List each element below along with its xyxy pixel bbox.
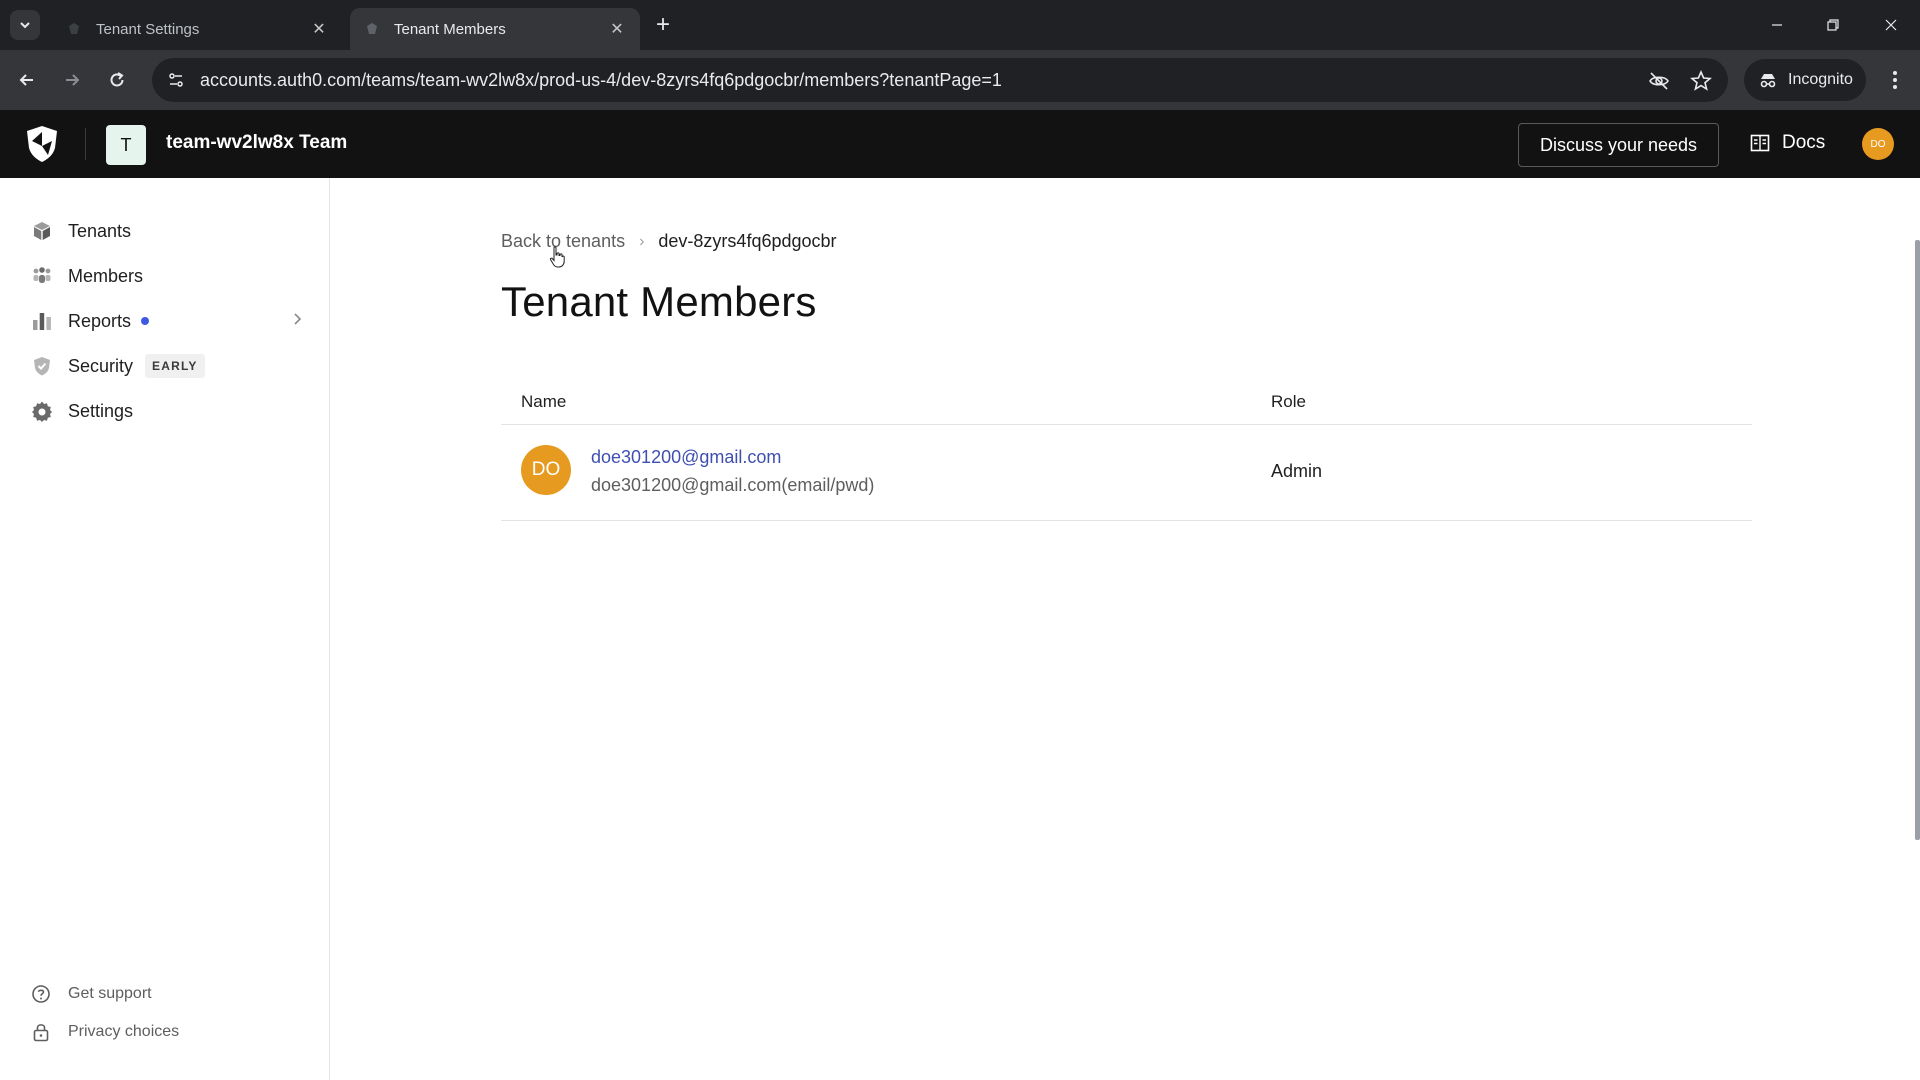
team-name[interactable]: team-wv2lw8x Team	[166, 132, 347, 154]
tab-tenant-settings[interactable]: Tenant Settings ✕	[52, 8, 342, 50]
browser-tab-bar: Tenant Settings ✕ Tenant Members ✕ +	[0, 0, 1920, 50]
early-badge: EARLY	[145, 354, 205, 378]
bar-chart-icon	[30, 309, 54, 333]
user-avatar[interactable]: DO	[1862, 128, 1894, 160]
members-table: Name Role DO doe301200@gmail.com doe3012…	[501, 380, 1752, 521]
sidebar-item-settings[interactable]: Settings	[30, 395, 302, 427]
incognito-icon	[1760, 74, 1776, 88]
tab-title: Tenant Settings	[96, 20, 200, 38]
discuss-your-needs-button[interactable]: Discuss your needs	[1518, 123, 1719, 167]
docs-link[interactable]: Docs	[1750, 132, 1825, 154]
table-header: Name Role	[501, 380, 1752, 425]
restore-button[interactable]	[1813, 8, 1853, 42]
sidebar-item-tenants[interactable]: Tenants	[30, 215, 302, 247]
privacy-choices-label: Privacy choices	[68, 1023, 180, 1040]
site-info-icon[interactable]	[156, 58, 196, 102]
breadcrumb-chevron-icon: ›	[639, 232, 645, 250]
sidebar-item-label: Members	[68, 265, 144, 286]
arrow-left-icon	[19, 74, 33, 86]
forward-button[interactable]	[57, 65, 87, 95]
member-email-link[interactable]: doe301200@gmail.com	[591, 447, 781, 468]
back-button[interactable]	[12, 65, 42, 95]
page-title: Tenant Members	[501, 278, 817, 325]
minimize-button[interactable]	[1757, 8, 1797, 42]
tab-title: Tenant Members	[394, 20, 506, 38]
get-support-link[interactable]: Get support	[30, 980, 152, 1008]
new-tab-button[interactable]: +	[650, 11, 676, 38]
more-vertical-icon	[1893, 71, 1897, 89]
mouse-pointer-icon	[549, 246, 565, 268]
sidebar-item-security[interactable]: Security EARLY	[30, 350, 302, 382]
browser-menu-button[interactable]	[1880, 65, 1910, 95]
breadcrumb-current-tenant: dev-8zyrs4fq6pdgocbr	[658, 231, 837, 251]
close-window-button[interactable]	[1871, 8, 1911, 42]
star-icon[interactable]	[1688, 68, 1714, 94]
sidebar-item-label: Security	[68, 355, 134, 376]
arrow-right-icon	[66, 74, 80, 86]
team-avatar[interactable]: T	[106, 125, 146, 165]
help-circle-icon	[30, 983, 52, 1005]
sidebar-item-reports[interactable]: Reports	[30, 305, 302, 337]
member-role: Admin	[1271, 461, 1323, 481]
gear-icon	[30, 399, 54, 423]
sidebar-item-members[interactable]: Members	[30, 260, 302, 292]
header-divider	[85, 128, 86, 160]
docs-label: Docs	[1782, 132, 1826, 153]
people-icon	[30, 264, 54, 288]
minimize-icon	[1772, 24, 1782, 26]
app-header: T team-wv2lw8x Team Discuss your needs D…	[0, 110, 1920, 178]
get-support-label: Get support	[68, 985, 152, 1002]
chevron-right-icon[interactable]	[292, 312, 302, 331]
sidebar-item-label: Tenants	[68, 220, 132, 241]
browser-toolbar: accounts.auth0.com/teams/team-wv2lw8x/pr…	[0, 50, 1920, 110]
incognito-label: Incognito	[1788, 71, 1853, 88]
column-header-name: Name	[521, 392, 567, 411]
auth0-logo-icon[interactable]	[24, 124, 60, 164]
sidebar-item-label: Settings	[68, 400, 134, 421]
tab-search-button[interactable]	[10, 10, 40, 40]
member-avatar: DO	[521, 445, 571, 495]
restore-icon	[1827, 19, 1839, 31]
lock-icon	[30, 1021, 52, 1043]
close-icon[interactable]: ✕	[310, 20, 328, 38]
sidebar-item-label: Reports	[68, 310, 132, 331]
table-row[interactable]: DO doe301200@gmail.com doe301200@gmail.c…	[501, 425, 1752, 521]
column-header-role: Role	[1271, 392, 1306, 411]
auth0-favicon-icon	[66, 21, 82, 37]
url-text: accounts.auth0.com/teams/team-wv2lw8x/pr…	[200, 69, 1002, 90]
tab-tenant-members[interactable]: Tenant Members ✕	[350, 8, 640, 50]
cube-icon	[30, 219, 54, 243]
chevron-down-icon	[20, 22, 30, 29]
privacy-choices-link[interactable]: Privacy choices	[30, 1018, 179, 1046]
reload-icon	[110, 72, 124, 87]
reload-button[interactable]	[102, 65, 132, 95]
address-bar[interactable]: accounts.auth0.com/teams/team-wv2lw8x/pr…	[152, 58, 1728, 102]
close-icon[interactable]: ✕	[608, 20, 626, 38]
page-scrollbar[interactable]	[1915, 240, 1920, 840]
auth0-favicon-icon	[364, 21, 380, 37]
sidebar: Tenants Members Reports Security EARLY S…	[0, 178, 330, 1080]
incognito-indicator[interactable]: Incognito	[1744, 59, 1866, 101]
book-icon	[1750, 134, 1770, 152]
shield-icon	[30, 354, 54, 378]
close-icon	[1885, 19, 1897, 31]
eye-off-icon[interactable]	[1646, 68, 1672, 94]
member-connection: doe301200@gmail.com(email/pwd)	[591, 475, 875, 495]
new-indicator-dot	[141, 317, 150, 325]
